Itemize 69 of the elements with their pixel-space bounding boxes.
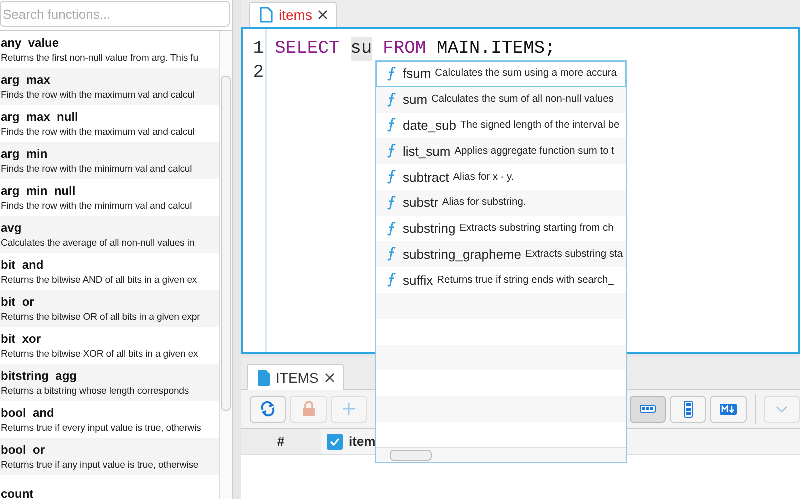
function-description: Returns the bitwise AND of all bits in a given ex	[1, 274, 198, 286]
document-icon	[258, 370, 270, 386]
column-label: item	[349, 434, 376, 449]
view-button[interactable]	[710, 396, 747, 422]
line-number: 1	[253, 38, 265, 61]
function-name[interactable]: bit_and	[1, 258, 44, 272]
completion-item[interactable]: subtract Alias for x - y.	[376, 164, 626, 190]
function-name[interactable]: arg_max	[1, 72, 50, 86]
function-description: Returns a bitstring whose length corresponds	[1, 386, 190, 396]
function-description: Finds the row with the minimum val and calcul	[1, 164, 192, 174]
completion-item[interactable]: substring Extracts substring starting from ch	[376, 216, 626, 242]
function-name[interactable]: bit_xor	[1, 332, 42, 346]
function-icon	[387, 117, 397, 134]
function-description: Returns true if every input value is true, otherwis	[1, 422, 202, 434]
function-name[interactable]: arg_min_null	[1, 184, 76, 198]
function-description: Returns true if any input value is true, otherwise	[1, 460, 199, 470]
sql-keyword: SELECT	[275, 38, 340, 61]
function-icon	[387, 66, 397, 82]
editor-tab[interactable]: items	[249, 2, 338, 27]
scrollbar[interactable]	[219, 31, 232, 499]
plus-icon	[342, 402, 356, 416]
function-name[interactable]: bit_or	[1, 294, 34, 308]
sql-keyword: FROM	[383, 38, 426, 61]
checkbox[interactable]	[327, 434, 343, 450]
function-name[interactable]: bool_and	[1, 406, 54, 420]
function-icon	[387, 92, 397, 108]
function-icon	[387, 143, 397, 160]
function-description: Returns the bitwise OR of all bits in a given expr	[1, 312, 200, 322]
function-icon	[387, 272, 397, 288]
column-header[interactable]: #	[241, 429, 321, 454]
view-button[interactable]	[670, 396, 706, 422]
result-tab[interactable]: ITEMS	[247, 364, 344, 390]
search-field[interactable]: Search functions...	[0, 1, 230, 27]
function-name[interactable]: count	[1, 486, 34, 499]
document-icon	[260, 7, 273, 23]
function-name[interactable]: arg_min	[1, 146, 48, 160]
line-number: 2	[253, 62, 265, 85]
function-description: Returns the first non-null value from arg. This fu	[1, 52, 198, 64]
function-icon	[387, 246, 397, 262]
close-icon[interactable]	[318, 10, 328, 20]
completion-item[interactable]: suffix Returns true if string ends with search_	[376, 267, 626, 294]
function-name[interactable]: avg	[1, 220, 22, 234]
function-name[interactable]: any_value	[1, 36, 60, 50]
refresh-button[interactable]	[250, 396, 286, 422]
function-description: Finds the row with the minimum val and calcul	[1, 200, 192, 212]
function-icon	[387, 169, 397, 186]
chevron-icon	[776, 406, 788, 412]
function-description: Finds the row with the maximum val and calcul	[1, 90, 195, 100]
function-description: Returns the bitwise XOR of all bits in a given ex	[1, 348, 198, 360]
function-icon	[387, 220, 397, 237]
check-icon	[330, 438, 340, 446]
completion-item[interactable]: fsum Calculates the sum using a more accura	[376, 61, 626, 87]
rows-icon	[684, 400, 693, 418]
columns-icon	[640, 405, 656, 413]
function-description: Finds the row with the maximum val and calcul	[1, 126, 195, 138]
completion-item[interactable]: date_sub The signed length of the interval be	[376, 112, 626, 138]
function-name[interactable]: bool_or	[1, 442, 45, 456]
markdown-icon	[720, 404, 737, 414]
typed-word: su	[350, 37, 372, 61]
function-description: Calculates the average of all non-null values in	[1, 238, 195, 248]
view-button[interactable]	[630, 396, 666, 422]
close-icon[interactable]	[324, 372, 335, 382]
code-text: MAIN.ITEMS;	[437, 38, 556, 61]
refresh-icon	[260, 401, 276, 417]
scrollbar[interactable]	[376, 447, 626, 462]
lock-icon	[302, 401, 316, 417]
function-icon	[387, 194, 397, 211]
function-name[interactable]: bitstring_agg	[1, 368, 78, 382]
function-name[interactable]: arg_max_null	[1, 110, 78, 124]
